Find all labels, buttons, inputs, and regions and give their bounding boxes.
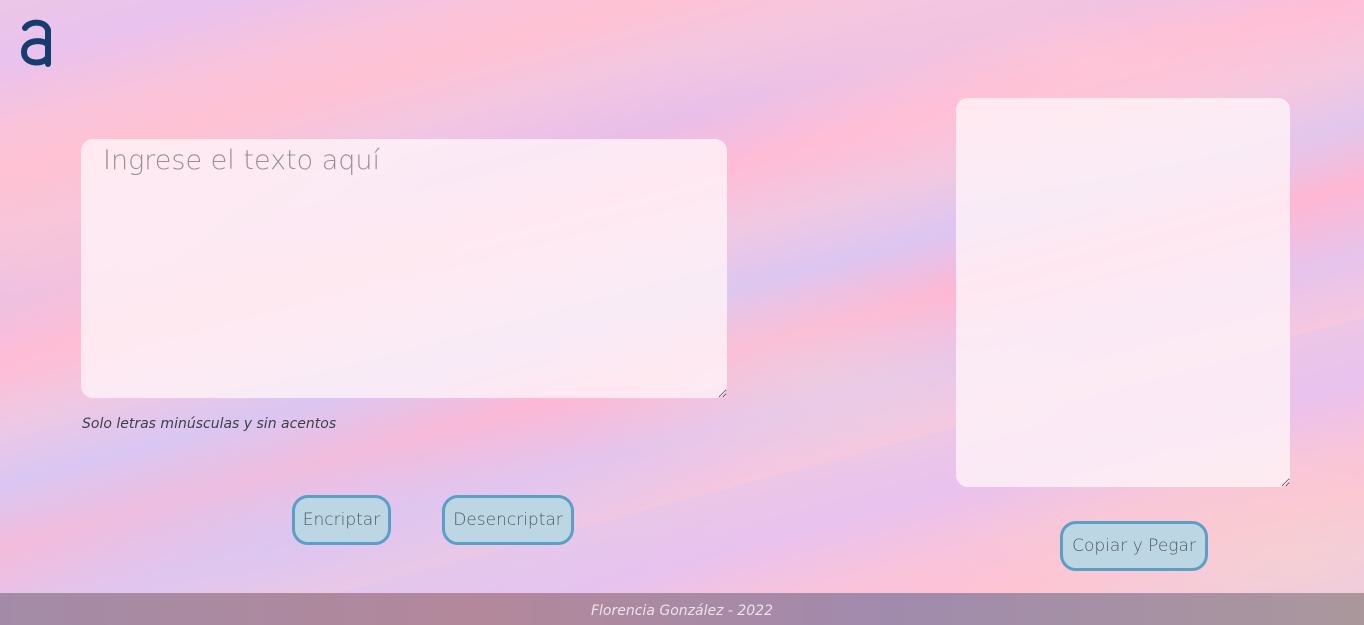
decrypt-button[interactable]: Desencriptar bbox=[442, 495, 574, 545]
footer-credit: Florencia González - 2022 bbox=[590, 603, 773, 619]
output-textarea[interactable] bbox=[956, 98, 1290, 487]
copy-paste-button[interactable]: Copiar y Pegar bbox=[1060, 521, 1208, 571]
footer: Florencia González - 2022 bbox=[0, 593, 1364, 625]
input-hint: Solo letras minúsculas y sin acentos bbox=[82, 416, 337, 432]
logo-icon bbox=[20, 14, 54, 68]
text-input[interactable] bbox=[81, 139, 727, 398]
encrypt-button[interactable]: Encriptar bbox=[292, 495, 391, 545]
